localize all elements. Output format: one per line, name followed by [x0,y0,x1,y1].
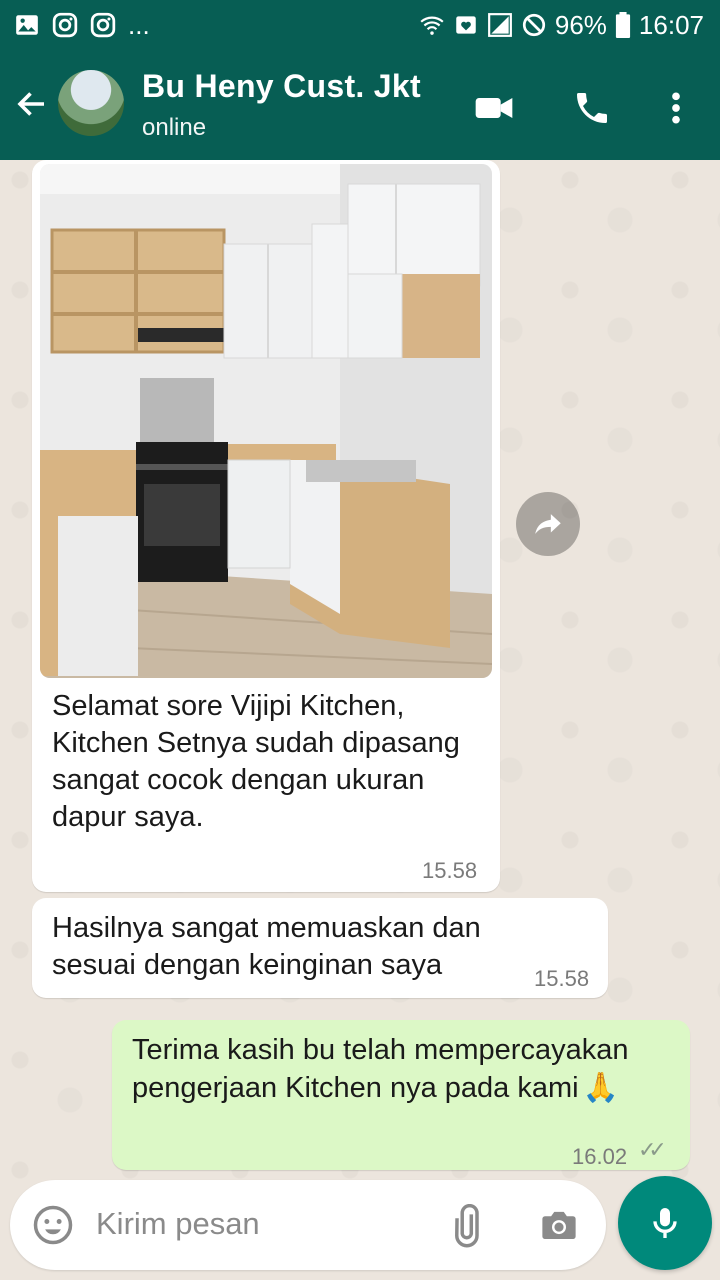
message-bubble-outgoing[interactable]: Terima kasih bu telah mempercayakan peng… [112,1020,690,1170]
forward-icon [535,514,561,534]
status-bar: ... 96% 16:07 [0,0,720,50]
read-receipt-icon: ✓✓ [638,1138,667,1163]
more-options-icon[interactable] [656,88,696,128]
contact-name[interactable]: Bu Heny Cust. Jkt [142,68,421,105]
battery-icon [615,12,631,38]
message-input[interactable]: Kirim pesan [96,1206,260,1242]
message-caption: Selamat sore Vijipi Kitchen, Kitchen Set… [52,690,460,833]
camera-icon[interactable] [538,1204,580,1246]
voice-message-button[interactable] [618,1176,712,1270]
message-bubble-incoming[interactable]: Hasilnya sangat memuaskan dan sesuai den… [32,898,608,998]
avatar[interactable] [58,70,124,136]
chat-area[interactable]: Selamat sore Vijipi Kitchen, Kitchen Set… [0,160,720,1180]
instagram-icon [52,12,78,38]
heart-box-icon [456,16,476,34]
message-text-wrap: Terima kasih bu telah mempercayakan peng… [132,1032,672,1107]
message-time: 16.02 [572,1144,628,1169]
kitchen-photo-image [40,164,492,678]
phone-icon[interactable] [572,88,612,128]
video-call-icon[interactable] [474,88,514,128]
back-arrow-icon[interactable] [14,86,50,122]
wifi-icon [420,16,444,35]
pray-emoji: 🙏 [582,1070,619,1104]
mic-icon [653,1208,677,1238]
message-bubble-incoming-image[interactable]: Selamat sore Vijipi Kitchen, Kitchen Set… [32,160,500,892]
dnd-icon [522,13,545,37]
chat-header: Bu Heny Cust. Jkt online [0,50,720,160]
message-time: 15.58 [422,858,478,883]
message-text: Terima kasih bu telah mempercayakan peng… [132,1034,629,1104]
message-time: 15.58 [534,966,590,991]
message-composer[interactable]: Kirim pesan [10,1180,606,1270]
battery-percent: 96% [554,9,607,40]
instagram-icon [90,12,116,38]
contact-status: online [142,114,207,141]
kitchen-photo[interactable] [40,164,492,678]
emoji-icon[interactable] [32,1204,74,1246]
notification-overflow: ... [128,9,150,40]
signal-icon [487,13,512,37]
forward-button[interactable] [516,492,580,556]
clock: 16:07 [638,9,704,40]
gallery-icon [16,15,38,35]
attach-icon[interactable] [448,1204,492,1248]
message-text: Hasilnya sangat memuaskan dan sesuai den… [52,912,481,981]
